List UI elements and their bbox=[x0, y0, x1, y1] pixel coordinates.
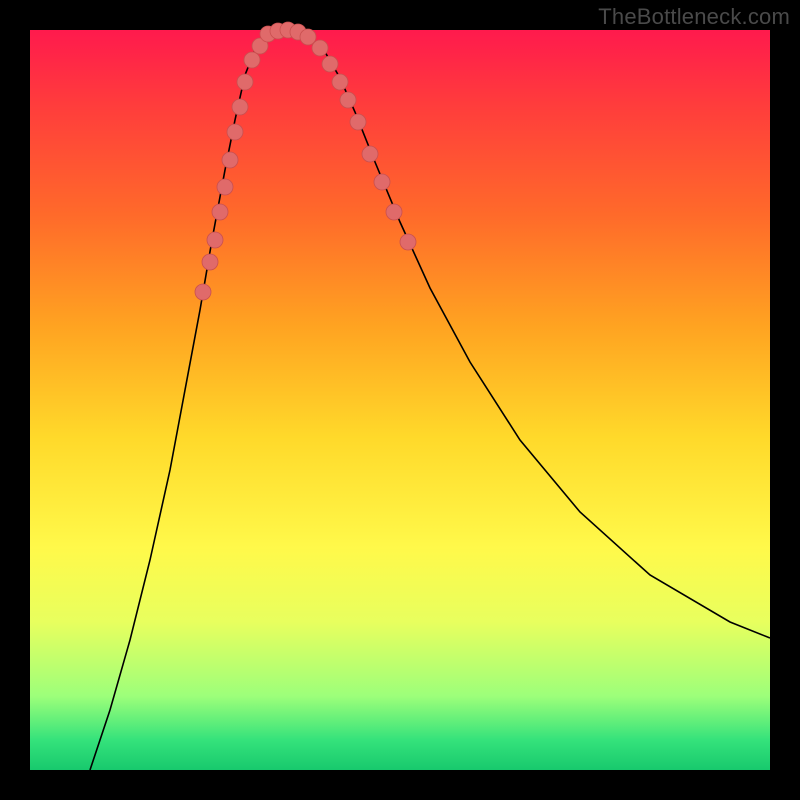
data-dot bbox=[217, 179, 233, 195]
data-dot bbox=[222, 152, 238, 168]
bottleneck-curve bbox=[90, 30, 770, 770]
data-dot bbox=[386, 204, 402, 220]
data-dot bbox=[400, 234, 416, 250]
data-dot bbox=[362, 146, 378, 162]
data-dot bbox=[332, 74, 348, 90]
chart-svg bbox=[30, 30, 770, 770]
data-dot bbox=[237, 74, 253, 90]
data-dot bbox=[195, 284, 211, 300]
watermark-text: TheBottleneck.com bbox=[598, 4, 790, 30]
data-dot bbox=[244, 52, 260, 68]
dots-right bbox=[312, 40, 416, 250]
dots-bottom bbox=[260, 22, 316, 45]
data-dot bbox=[350, 114, 366, 130]
data-dot bbox=[322, 56, 338, 72]
dots-left bbox=[195, 38, 268, 300]
plot-area bbox=[30, 30, 770, 770]
data-dot bbox=[202, 254, 218, 270]
data-dot bbox=[374, 174, 390, 190]
data-dot bbox=[340, 92, 356, 108]
data-dot bbox=[312, 40, 328, 56]
data-dot bbox=[212, 204, 228, 220]
data-dot bbox=[227, 124, 243, 140]
chart-frame: TheBottleneck.com bbox=[0, 0, 800, 800]
data-dot bbox=[232, 99, 248, 115]
data-dot bbox=[207, 232, 223, 248]
